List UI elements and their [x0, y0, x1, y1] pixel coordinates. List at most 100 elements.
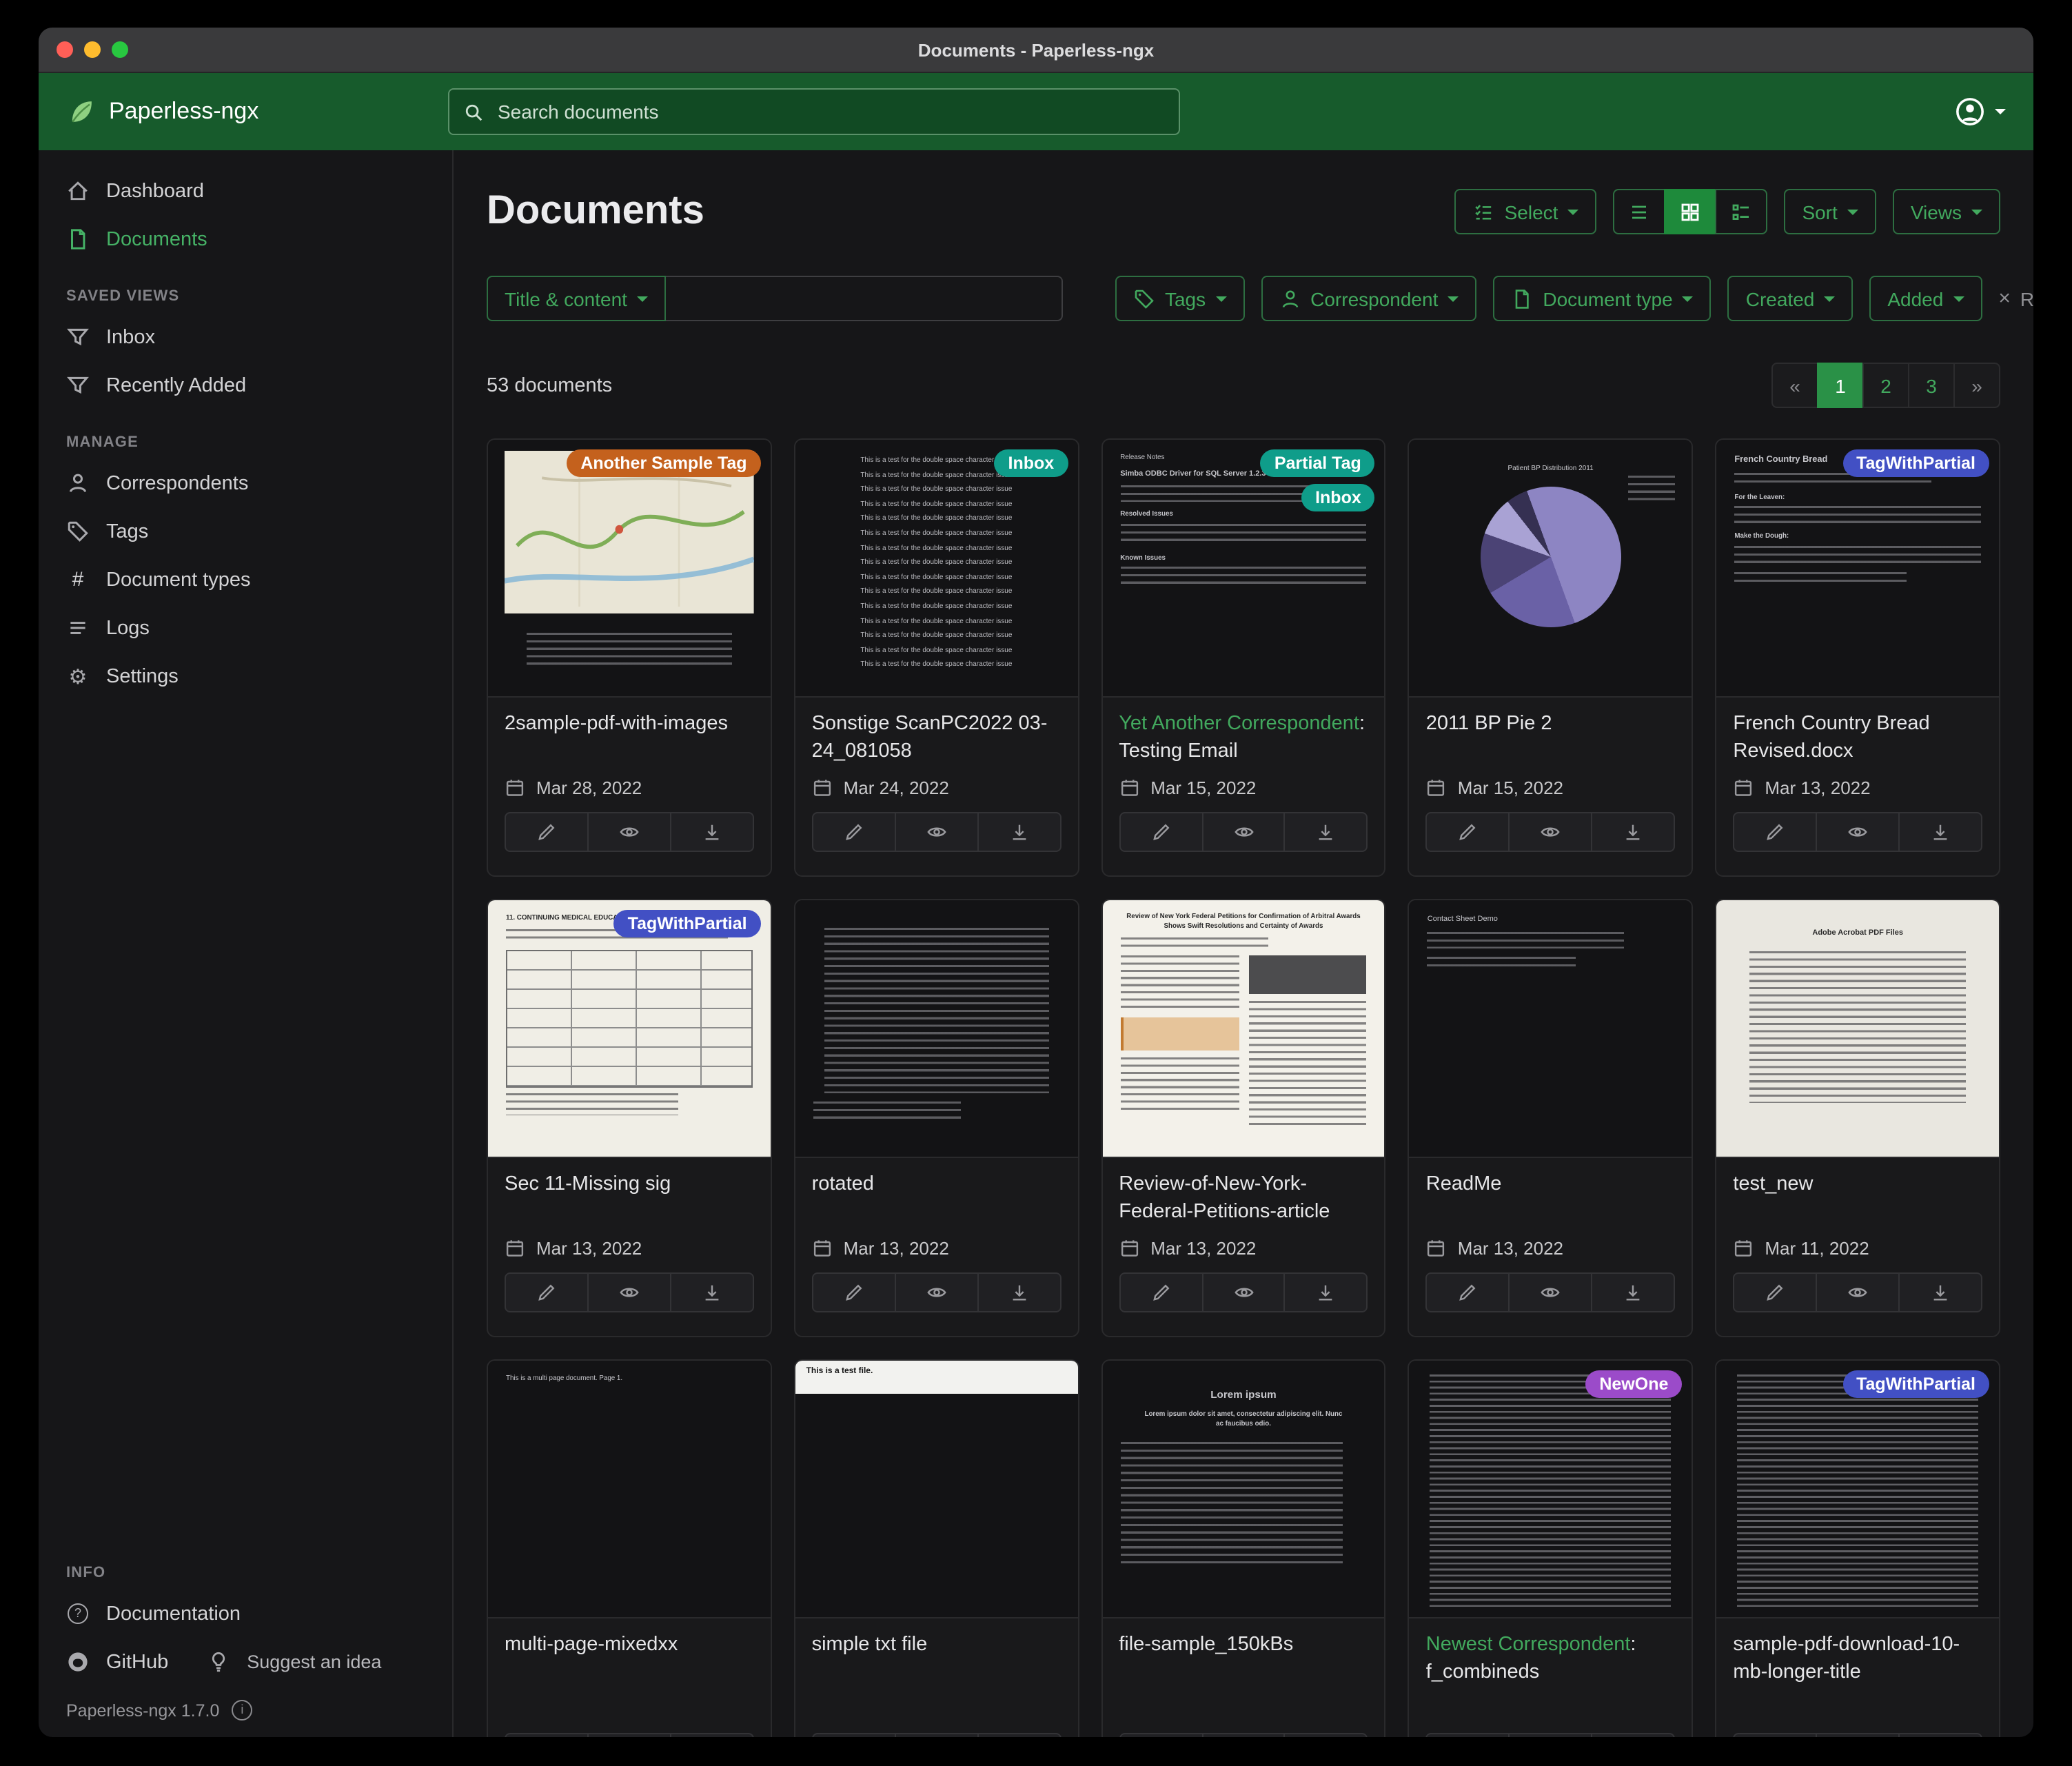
- document-thumbnail[interactable]: Review of New York Federal Petitions for…: [1102, 900, 1385, 1158]
- edit-document-button[interactable]: [505, 812, 589, 852]
- document-thumbnail[interactable]: Partial TagInbox Release NotesSimba ODBC…: [1102, 440, 1385, 698]
- sidebar-item-documentation[interactable]: ? Documentation: [39, 1590, 452, 1638]
- edit-document-button[interactable]: [1426, 1733, 1510, 1737]
- pagination-page-1[interactable]: 1: [1817, 363, 1864, 408]
- preview-document-button[interactable]: [1201, 1733, 1286, 1737]
- document-title-link[interactable]: simple txt file: [812, 1632, 1062, 1687]
- download-document-button[interactable]: [1592, 1733, 1676, 1737]
- window-close-button[interactable]: [57, 41, 73, 58]
- pagination-page-2[interactable]: 2: [1862, 363, 1909, 408]
- pagination-next-button[interactable]: »: [1953, 363, 2000, 408]
- download-document-button[interactable]: [1898, 1733, 1982, 1737]
- filter-correspondent-button[interactable]: Correspondent: [1261, 276, 1476, 321]
- document-tag[interactable]: Another Sample Tag: [567, 449, 760, 477]
- document-title-link[interactable]: French Country Bread Revised.docx: [1733, 711, 1982, 767]
- sidebar-item-suggest-idea[interactable]: Suggest an idea: [179, 1638, 392, 1686]
- document-thumbnail[interactable]: Another Sample Tag: [488, 440, 771, 698]
- download-document-button[interactable]: [977, 1272, 1061, 1312]
- download-document-button[interactable]: [977, 812, 1061, 852]
- search-input[interactable]: [495, 99, 1165, 124]
- document-tag[interactable]: NewOne: [1585, 1370, 1682, 1398]
- document-thumbnail[interactable]: Contact Sheet Demo: [1410, 900, 1692, 1158]
- download-document-button[interactable]: [1898, 1272, 1982, 1312]
- preview-document-button[interactable]: [1816, 1733, 1900, 1737]
- edit-document-button[interactable]: [1733, 1733, 1817, 1737]
- filter-created-button[interactable]: Created: [1728, 276, 1853, 321]
- document-tag[interactable]: TagWithPartial: [1842, 1370, 1989, 1398]
- document-title-link[interactable]: file-sample_150kBs: [1119, 1632, 1368, 1687]
- edit-document-button[interactable]: [1426, 812, 1510, 852]
- download-document-button[interactable]: [1898, 812, 1982, 852]
- edit-document-button[interactable]: [812, 812, 896, 852]
- download-document-button[interactable]: [1592, 812, 1676, 852]
- preview-document-button[interactable]: [587, 812, 671, 852]
- document-thumbnail[interactable]: Inbox This is a test for the double spac…: [795, 440, 1078, 698]
- sidebar-item-settings[interactable]: ⚙ Settings: [39, 652, 452, 700]
- preview-document-button[interactable]: [1509, 812, 1593, 852]
- document-title-link[interactable]: multi-page-mixedxx: [505, 1632, 754, 1687]
- edit-document-button[interactable]: [1119, 1272, 1203, 1312]
- select-dropdown-button[interactable]: Select: [1455, 189, 1597, 234]
- filter-tags-button[interactable]: Tags: [1115, 276, 1244, 321]
- preview-document-button[interactable]: [1201, 1272, 1286, 1312]
- preview-document-button[interactable]: [587, 1272, 671, 1312]
- document-thumbnail[interactable]: Patient BP Distribution 2011: [1410, 440, 1692, 698]
- pagination-prev-button[interactable]: «: [1771, 363, 1818, 408]
- reset-filters-button[interactable]: × Reset filters: [1998, 287, 2033, 309]
- preview-document-button[interactable]: [894, 1733, 978, 1737]
- sidebar-item-logs[interactable]: Logs: [39, 604, 452, 652]
- preview-document-button[interactable]: [1509, 1272, 1593, 1312]
- document-tag[interactable]: TagWithPartial: [1842, 449, 1989, 477]
- sidebar-item-document-types[interactable]: # Document types: [39, 556, 452, 604]
- document-title-link[interactable]: rotated: [812, 1172, 1062, 1227]
- preview-document-button[interactable]: [1816, 1272, 1900, 1312]
- download-document-button[interactable]: [1284, 1733, 1368, 1737]
- info-icon[interactable]: i: [232, 1700, 252, 1721]
- document-thumbnail[interactable]: TagWithPartial: [1716, 1361, 1999, 1618]
- edit-document-button[interactable]: [1426, 1272, 1510, 1312]
- edit-document-button[interactable]: [1733, 1272, 1817, 1312]
- document-title-link[interactable]: ReadMe: [1426, 1172, 1676, 1227]
- edit-document-button[interactable]: [505, 1272, 589, 1312]
- download-document-button[interactable]: [1284, 1272, 1368, 1312]
- document-title-link[interactable]: 2sample-pdf-with-images: [505, 711, 754, 767]
- filter-document-type-button[interactable]: Document type: [1493, 276, 1711, 321]
- edit-document-button[interactable]: [1119, 812, 1203, 852]
- document-thumbnail[interactable]: TagWithPartial French Country BreadFor t…: [1716, 440, 1999, 698]
- document-title-link[interactable]: sample-pdf-download-10-mb-longer-title: [1733, 1632, 1982, 1687]
- download-document-button[interactable]: [670, 812, 754, 852]
- sidebar-item-github[interactable]: GitHub: [39, 1638, 179, 1686]
- window-minimize-button[interactable]: [84, 41, 101, 58]
- edit-document-button[interactable]: [812, 1272, 896, 1312]
- pagination-page-3[interactable]: 3: [1908, 363, 1955, 408]
- document-thumbnail[interactable]: This is a test file.: [795, 1361, 1078, 1618]
- document-title-link[interactable]: test_new: [1733, 1172, 1982, 1227]
- sidebar-item-recently-added[interactable]: Recently Added: [39, 361, 452, 409]
- filter-added-button[interactable]: Added: [1869, 276, 1982, 321]
- document-tag[interactable]: Inbox: [1301, 484, 1375, 511]
- document-title-link[interactable]: Review-of-New-York-Federal-Petitions-art…: [1119, 1172, 1368, 1227]
- sidebar-item-dashboard[interactable]: Dashboard: [39, 167, 452, 215]
- edit-document-button[interactable]: [1119, 1733, 1203, 1737]
- view-list-button[interactable]: [1613, 189, 1665, 234]
- document-thumbnail[interactable]: Adobe Acrobat PDF Files: [1716, 900, 1999, 1158]
- document-correspondent-link[interactable]: Yet Another Correspondent: [1119, 713, 1359, 735]
- document-title-link[interactable]: Sonstige ScanPC2022 03-24_081058: [812, 711, 1062, 767]
- document-title-link[interactable]: Yet Another Correspondent: Testing Email: [1119, 711, 1368, 767]
- view-details-button[interactable]: [1715, 189, 1767, 234]
- document-correspondent-link[interactable]: Newest Correspondent: [1426, 1634, 1631, 1656]
- download-document-button[interactable]: [1592, 1272, 1676, 1312]
- user-menu-button[interactable]: [1955, 97, 2006, 127]
- download-document-button[interactable]: [1284, 812, 1368, 852]
- preview-document-button[interactable]: [1509, 1733, 1593, 1737]
- preview-document-button[interactable]: [894, 812, 978, 852]
- filter-text-input[interactable]: [666, 276, 1063, 321]
- sidebar-item-correspondents[interactable]: Correspondents: [39, 459, 452, 507]
- document-thumbnail[interactable]: This is a multi page document. Page 1.: [488, 1361, 771, 1618]
- filter-field-dropdown-button[interactable]: Title & content: [487, 276, 666, 321]
- document-title-link[interactable]: Newest Correspondent: f_combineds: [1426, 1632, 1676, 1687]
- document-thumbnail[interactable]: TagWithPartial 11. CONTINUING MEDICAL ED…: [488, 900, 771, 1158]
- edit-document-button[interactable]: [1733, 812, 1817, 852]
- document-tag[interactable]: Inbox: [995, 449, 1068, 477]
- sort-dropdown-button[interactable]: Sort: [1784, 189, 1876, 234]
